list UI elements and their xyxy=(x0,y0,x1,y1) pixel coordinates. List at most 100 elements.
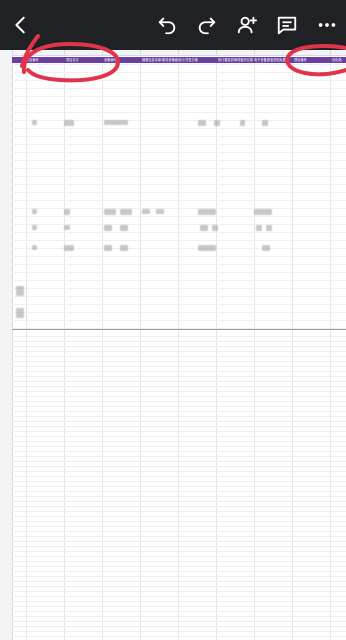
row-gridline xyxy=(12,208,346,209)
row-gridline xyxy=(12,616,346,617)
row-gridline xyxy=(12,144,346,145)
blurred-cell xyxy=(104,245,112,251)
row-gridline xyxy=(12,566,346,567)
row-gridline xyxy=(12,636,346,637)
row-gridline xyxy=(12,426,346,427)
frozen-divider xyxy=(12,329,346,330)
row-gridline xyxy=(12,496,346,497)
row-gridline xyxy=(12,200,346,201)
row-gridline xyxy=(12,361,346,362)
row-gridline xyxy=(12,481,346,482)
table-header-row: 项目编号 项目名字 设备编号 摘要信息清单/服务准确度设计/开发方案 执行要素的… xyxy=(12,57,346,63)
row-gridline xyxy=(12,411,346,412)
row-gridline xyxy=(12,356,346,357)
column-header-tick xyxy=(178,50,179,55)
row-gridline xyxy=(12,601,346,602)
row-gridline xyxy=(12,72,346,73)
back-arrow-icon[interactable] xyxy=(4,8,38,42)
row-gridline xyxy=(12,531,346,532)
row-gridline xyxy=(12,461,346,462)
header-cell[interactable]: 项目编号 xyxy=(26,57,39,63)
row-gridline xyxy=(12,446,346,447)
row-gridline xyxy=(12,80,346,81)
blurred-cell xyxy=(256,225,262,231)
undo-icon[interactable] xyxy=(150,8,184,42)
header-cell[interactable]: 摘要信息清单/服务准确度设计/开发方案 xyxy=(142,57,198,63)
row-gridline xyxy=(12,436,346,437)
header-cell[interactable]: 优化指 xyxy=(332,57,342,63)
header-cell[interactable]: 项目编号 xyxy=(294,57,307,63)
row-gridline xyxy=(12,240,346,241)
column-header-tick xyxy=(254,50,255,55)
row-gridline xyxy=(12,476,346,477)
row-gridline xyxy=(12,381,346,382)
row-gridline xyxy=(12,501,346,502)
header-cell[interactable]: 执行要素的审核组织位置 xyxy=(218,57,253,63)
column-header-tick xyxy=(330,50,331,55)
blurred-cell xyxy=(200,225,208,231)
row-gridline xyxy=(12,272,346,273)
row-gridline xyxy=(12,346,346,347)
row-gridline xyxy=(12,184,346,185)
row-gridline xyxy=(12,471,346,472)
column-header-tick xyxy=(26,50,27,55)
blurred-cell xyxy=(120,245,128,251)
row-gridline xyxy=(12,626,346,627)
column-header-tick xyxy=(64,50,65,55)
row-gridline xyxy=(12,376,346,377)
header-cell[interactable]: 项目名字 xyxy=(66,57,79,63)
row-gridline xyxy=(12,312,346,313)
blurred-cell xyxy=(64,209,70,215)
row-gridline xyxy=(12,288,346,289)
add-person-icon[interactable] xyxy=(230,8,264,42)
blurred-cell xyxy=(214,120,220,126)
column-header-tick xyxy=(292,50,293,55)
blurred-cell xyxy=(198,245,216,251)
column-header-tick xyxy=(216,50,217,55)
row-gridline xyxy=(12,576,346,577)
row-gridline xyxy=(12,396,346,397)
row-gridline xyxy=(12,96,346,97)
row-gridline xyxy=(12,621,346,622)
blurred-cell xyxy=(64,120,74,126)
blurred-cell xyxy=(262,120,268,126)
blurred-cell xyxy=(64,245,74,251)
row-gridline xyxy=(12,486,346,487)
row-gridline xyxy=(12,406,346,407)
blurred-cell xyxy=(198,209,216,215)
row-gridline xyxy=(12,591,346,592)
row-gridline xyxy=(12,264,346,265)
spreadsheet-area[interactable]: 项目编号 项目名字 设备编号 摘要信息清单/服务准确度设计/开发方案 执行要素的… xyxy=(0,50,346,640)
more-icon[interactable] xyxy=(310,8,344,42)
blurred-cell xyxy=(64,225,70,230)
blurred-cell xyxy=(262,245,270,251)
row-gridline xyxy=(12,296,346,297)
row-gridline xyxy=(12,232,346,233)
comment-icon[interactable] xyxy=(270,8,304,42)
row-gridline xyxy=(12,88,346,89)
column-header-tick xyxy=(140,50,141,55)
redo-icon[interactable] xyxy=(190,8,224,42)
row-gridline xyxy=(12,64,346,65)
blurred-cell xyxy=(120,225,128,231)
blurred-cell xyxy=(212,225,218,231)
row-gridline xyxy=(12,248,346,249)
blurred-cell xyxy=(142,209,150,214)
row-gridline xyxy=(12,366,346,367)
row-gridline xyxy=(12,421,346,422)
top-toolbar xyxy=(0,0,346,50)
header-cell[interactable]: 电子设备基准说明及要素 xyxy=(254,57,289,63)
blurred-cell xyxy=(198,120,206,126)
row-gridline xyxy=(12,541,346,542)
row-gridline xyxy=(12,192,346,193)
row-gridline xyxy=(12,160,346,161)
row-gridline xyxy=(12,351,346,352)
row-gridline xyxy=(12,176,346,177)
blurred-cell xyxy=(240,120,245,126)
blurred-cell xyxy=(120,209,132,215)
row-gridline xyxy=(12,581,346,582)
row-gridline xyxy=(12,611,346,612)
row-gridline xyxy=(12,416,346,417)
row-gridline xyxy=(12,386,346,387)
header-cell[interactable]: 设备编号 xyxy=(104,57,117,63)
